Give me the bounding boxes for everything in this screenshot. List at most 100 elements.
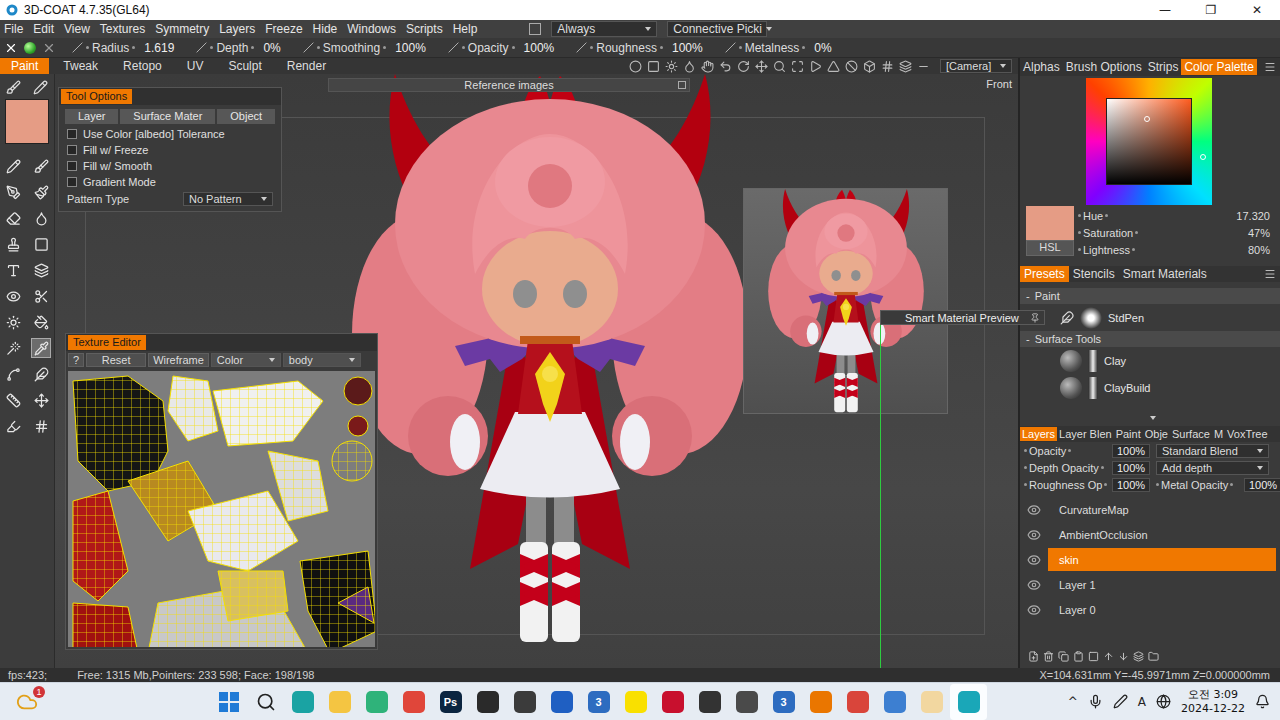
room-tab[interactable]: Render xyxy=(276,58,337,74)
menu-item[interactable]: Help xyxy=(453,22,478,36)
brush-param[interactable]: Roughness100% xyxy=(576,41,702,55)
view-tool-icon[interactable] xyxy=(665,60,678,73)
clock[interactable]: 오전 3:092024-12-22 xyxy=(1181,688,1245,716)
taskbar-app[interactable] xyxy=(802,684,839,720)
tool-button[interactable] xyxy=(3,364,23,384)
slider-value[interactable]: 17.320 xyxy=(1236,210,1270,222)
view-tool-icon[interactable] xyxy=(845,60,858,73)
always-dropdown[interactable]: Always xyxy=(551,21,657,37)
sv-marker[interactable] xyxy=(1144,116,1150,122)
view-tool-icon[interactable] xyxy=(683,60,696,73)
layer-action-icon[interactable] xyxy=(1073,651,1084,662)
blend-dropdown[interactable]: Add depth xyxy=(1156,461,1269,475)
menu-item[interactable]: Textures xyxy=(100,22,145,36)
taskbar-app[interactable]: 3 xyxy=(765,684,802,720)
view-tool-icon[interactable] xyxy=(719,60,732,73)
layer-name[interactable]: CurvatureMap xyxy=(1048,498,1276,521)
layer-action-icon[interactable] xyxy=(1088,651,1099,662)
layer-action-icon[interactable] xyxy=(1118,651,1129,662)
property-value[interactable]: 100% xyxy=(1112,461,1150,475)
tool-button[interactable] xyxy=(31,364,51,384)
taskbar-app[interactable] xyxy=(728,684,765,720)
layer-name[interactable]: Layer 1 xyxy=(1048,573,1276,596)
panel-title[interactable]: Texture Editor xyxy=(68,335,146,350)
taskbar-app[interactable] xyxy=(876,684,913,720)
eye-icon[interactable] xyxy=(1027,603,1041,617)
brush-param[interactable]: Smoothing100% xyxy=(303,41,426,55)
menu-toggle[interactable] xyxy=(529,23,541,35)
option-row[interactable]: Fill w/ Smooth xyxy=(59,158,281,174)
view-tool-icon[interactable] xyxy=(737,60,750,73)
object-dropdown[interactable]: body xyxy=(283,353,361,367)
param-value[interactable]: 100% xyxy=(395,41,426,55)
panel-tab[interactable]: Surface xyxy=(1170,427,1212,441)
layer-action-icon[interactable] xyxy=(1148,651,1159,662)
tool-button[interactable] xyxy=(3,286,23,306)
property-value[interactable]: 100% xyxy=(1112,478,1150,492)
tool-options-tab[interactable]: Layer xyxy=(65,109,118,124)
tool-button[interactable] xyxy=(3,260,23,280)
view-tool-icon[interactable] xyxy=(863,60,876,73)
taskbar-app[interactable]: 3 xyxy=(580,684,617,720)
view-tool-icon[interactable] xyxy=(827,60,840,73)
menu-item[interactable]: Scripts xyxy=(406,22,443,36)
pin-icon[interactable] xyxy=(1030,313,1040,323)
texture-button[interactable]: Reset xyxy=(86,353,146,367)
blend-dropdown[interactable]: Standard Blend xyxy=(1156,444,1269,458)
preset-item[interactable]: StdPen xyxy=(1020,304,1280,331)
window-control-button[interactable]: ❐ xyxy=(1188,0,1234,20)
taskbar-app[interactable] xyxy=(913,684,950,720)
tool-button[interactable] xyxy=(31,286,51,306)
pattern-dropdown[interactable]: No Pattern xyxy=(183,192,273,206)
menu-item[interactable]: View xyxy=(64,22,90,36)
sv-square[interactable] xyxy=(1106,98,1192,185)
taskbar-app[interactable] xyxy=(950,684,987,720)
mic-icon[interactable] xyxy=(1088,694,1103,709)
panel-tab[interactable]: Stencils xyxy=(1069,266,1119,282)
param-value[interactable]: 100% xyxy=(672,41,703,55)
panel-tab[interactable]: M xyxy=(1212,427,1225,441)
panel-title[interactable]: Tool Options xyxy=(61,89,132,104)
menu-item[interactable]: Layers xyxy=(219,22,255,36)
checkbox[interactable] xyxy=(67,129,77,139)
taskbar-app[interactable] xyxy=(321,684,358,720)
globe-icon[interactable] xyxy=(1156,694,1171,709)
panel-tab[interactable]: Strips xyxy=(1145,59,1182,75)
view-tool-icon[interactable] xyxy=(809,60,822,73)
view-tool-icon[interactable] xyxy=(629,60,642,73)
layer-row[interactable]: Layer 1 xyxy=(1020,572,1280,597)
taskbar-app[interactable] xyxy=(358,684,395,720)
layer-name[interactable]: Layer 0 xyxy=(1048,598,1276,621)
menu-icon[interactable] xyxy=(1264,268,1276,280)
layer-name[interactable]: AmbientOcclusion xyxy=(1048,523,1276,546)
brush-param[interactable]: Metalness0% xyxy=(725,41,832,55)
eye-icon[interactable] xyxy=(1027,553,1041,567)
taskbar-app[interactable] xyxy=(210,684,247,720)
taskbar-app[interactable] xyxy=(839,684,876,720)
layer-row[interactable]: skin xyxy=(1020,547,1280,572)
layer-action-icon[interactable] xyxy=(1028,651,1039,662)
hue-ring[interactable] xyxy=(1086,78,1212,205)
layer-action-icon[interactable] xyxy=(1103,651,1114,662)
sphere-icon[interactable] xyxy=(24,42,36,54)
color-mode-button[interactable]: HSL xyxy=(1026,240,1074,256)
checkbox[interactable] xyxy=(67,145,77,155)
bell-icon[interactable] xyxy=(1255,694,1270,709)
room-tab[interactable]: Retopo xyxy=(112,58,173,74)
menu-item[interactable]: Symmetry xyxy=(155,22,209,36)
slider-value[interactable]: 80% xyxy=(1248,244,1270,256)
panel-tab[interactable]: Smart Materials xyxy=(1119,266,1211,282)
param-value[interactable]: 0% xyxy=(814,41,831,55)
help-button[interactable]: ? xyxy=(68,353,84,367)
tool-button[interactable] xyxy=(3,416,23,436)
tool-button[interactable] xyxy=(3,338,23,358)
tool-button[interactable] xyxy=(31,156,51,176)
reference-images-bar[interactable]: Reference images xyxy=(328,78,690,92)
brush-param[interactable]: Depth0% xyxy=(196,41,280,55)
option-row[interactable]: Gradient Mode xyxy=(59,174,281,190)
tool-options-tab[interactable]: Object xyxy=(217,109,275,124)
view-tool-icon[interactable] xyxy=(917,60,930,73)
color-slider[interactable]: Saturation47% xyxy=(1078,224,1276,241)
room-tab[interactable]: Tweak xyxy=(52,58,109,74)
tool-button[interactable] xyxy=(3,156,23,176)
